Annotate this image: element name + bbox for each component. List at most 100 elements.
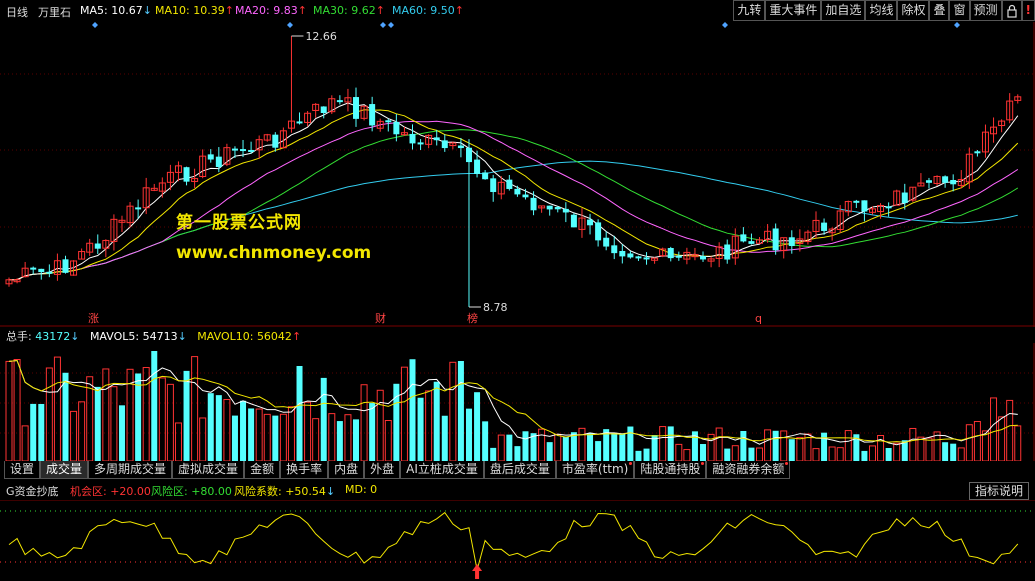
total-volume-readout: 总手: 43172↓ — [6, 330, 83, 343]
volume-bar — [240, 400, 247, 461]
volume-bar — [166, 383, 174, 461]
candle-body — [522, 194, 529, 198]
tab-9[interactable]: 盘后成交量 — [483, 461, 556, 479]
risk-zone-readout: 风险区: +80.00 — [151, 483, 232, 499]
risk-coef-direction-icon: ↓ — [325, 485, 336, 498]
indicator-chart[interactable] — [0, 500, 1035, 581]
volume-bar — [482, 421, 489, 461]
total-volume-value: 43172 — [35, 330, 71, 343]
candle-body — [950, 179, 957, 185]
chart-toolbar: 九转 重大事件 加自选 均线 除权 叠 窗 预测 ! — [733, 0, 1035, 21]
volume-bar — [118, 405, 125, 461]
volume-bar — [13, 359, 21, 461]
volume-bar — [94, 386, 101, 461]
lock-icon[interactable] — [1001, 0, 1022, 21]
volume-bar — [667, 426, 674, 461]
ma60-value: 9.50 — [430, 4, 455, 17]
tab-6[interactable]: 内盘 — [328, 461, 365, 479]
volume-bar — [344, 414, 352, 461]
event-diamond-icon — [722, 22, 728, 28]
window-button[interactable]: 窗 — [949, 0, 970, 21]
add-watchlist-button[interactable]: 加自选 — [821, 0, 866, 21]
candle-body — [441, 140, 448, 149]
volume-bar — [287, 406, 295, 461]
candle-body — [336, 100, 343, 103]
volume-bar — [917, 436, 925, 461]
volume-chart[interactable] — [0, 343, 1035, 461]
watermark-title: 第一股票公式网 — [176, 213, 302, 233]
tab-8[interactable]: AI立桩成交量 — [400, 461, 484, 479]
mavol5-readout: MAVOL5: 54713↓ — [90, 330, 190, 343]
tab-10[interactable]: 市盈率(ttm) — [555, 461, 635, 479]
volume-bar — [715, 427, 723, 461]
volume-bar — [400, 366, 408, 461]
price-chart[interactable]: 12.66 8.78 涨 财 榜 q — [0, 22, 1035, 327]
volume-bar — [780, 430, 788, 461]
mavol5-label: MAVOL5: — [89, 330, 140, 343]
volume-bar — [1014, 425, 1022, 461]
candle-body — [861, 200, 868, 212]
volume-bar — [53, 356, 61, 461]
volume-bar — [174, 422, 182, 461]
volume-bar — [86, 376, 94, 461]
tab-5[interactable]: 换手率 — [280, 461, 329, 479]
candle-body — [207, 154, 214, 160]
candle-body — [369, 104, 376, 126]
major-events-button[interactable]: 重大事件 — [765, 0, 822, 21]
mavol10-label: MAVOL10: — [197, 330, 254, 343]
candle-body — [433, 137, 440, 141]
tab-2[interactable]: 多周期成交量 — [88, 461, 173, 479]
volume-bar — [5, 360, 13, 461]
volume-bar — [255, 408, 263, 461]
volume-bar — [942, 442, 949, 461]
risk-coef-line — [8, 511, 1019, 571]
tab-4[interactable]: 金额 — [244, 461, 281, 479]
candle-body — [740, 234, 747, 242]
event-marker-1: 财 — [375, 311, 386, 325]
candle-body — [385, 120, 392, 123]
forecast-button[interactable]: 预测 — [969, 0, 1002, 21]
volume-bar — [425, 390, 433, 461]
tab-11[interactable]: 陆股通持股 — [634, 461, 707, 479]
stock-name: 万里石 — [38, 6, 71, 19]
overlay-button[interactable]: 叠 — [929, 0, 950, 21]
period-label[interactable]: 日线 — [6, 4, 28, 20]
ex-rights-button[interactable]: 除权 — [897, 0, 930, 21]
moving-average-button[interactable]: 均线 — [865, 0, 898, 21]
volume-bar — [304, 401, 312, 461]
indicator-help-button[interactable]: 指标说明 — [968, 482, 1029, 500]
tab-1[interactable]: 成交量 — [40, 461, 89, 479]
volume-bar — [45, 367, 53, 461]
candle-body — [554, 207, 561, 210]
volume-bar — [627, 426, 634, 461]
indicator-name[interactable]: G资金抄底 — [6, 483, 59, 499]
candle-body — [595, 222, 602, 241]
volume-bar — [142, 367, 150, 461]
volume-bar — [925, 437, 933, 461]
tab-0[interactable]: 设置 — [4, 461, 41, 479]
volume-bar — [885, 448, 892, 461]
tab-badge-dot — [785, 462, 789, 465]
volume-bar — [514, 446, 521, 461]
candle-body — [183, 167, 190, 182]
candle-body — [724, 244, 731, 260]
volume-bar — [199, 417, 207, 461]
volume-bar — [1006, 399, 1014, 461]
candle-body — [546, 205, 553, 210]
header-bar: 日线 万里石 MA5: 10.67↓ MA10: 10.39↑ MA20: 9.… — [0, 0, 1035, 22]
candle-body — [562, 208, 569, 213]
jiuzhuan-button[interactable]: 九转 — [733, 0, 766, 21]
volume-bar — [683, 449, 691, 461]
volume-bar — [836, 447, 844, 461]
candle-body — [506, 179, 513, 189]
exclamation-icon[interactable]: ! — [1021, 0, 1035, 21]
volume-bar — [207, 393, 214, 461]
event-diamond-icon — [380, 22, 386, 28]
tab-3[interactable]: 虚拟成交量 — [172, 461, 245, 479]
volume-bar — [279, 413, 287, 461]
tab-7[interactable]: 外盘 — [364, 461, 401, 479]
ma10-label: MA10: — [155, 4, 190, 17]
tab-12[interactable]: 融资融券余额 — [706, 461, 791, 479]
total-volume-label: 总手: — [6, 330, 32, 343]
volume-bar — [384, 420, 392, 461]
